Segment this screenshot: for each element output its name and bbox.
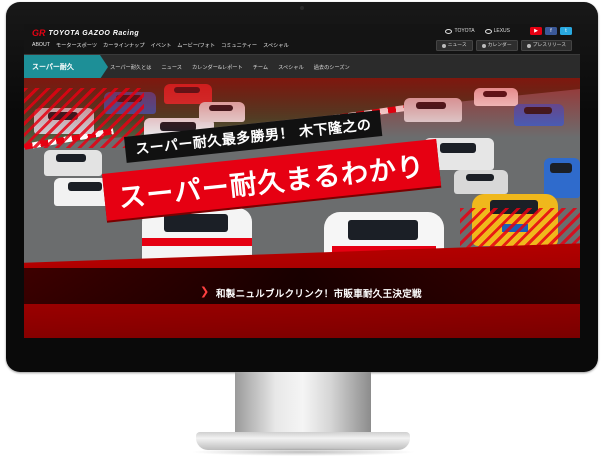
nav-item-movies[interactable]: ムービー/フォト bbox=[177, 42, 215, 49]
subnav-item-news[interactable]: ニュース bbox=[161, 64, 182, 71]
nav-item-motorsports[interactable]: モータースポーツ bbox=[56, 42, 97, 49]
chevron-down-icon: ❯ bbox=[200, 285, 210, 298]
social-links: ▶ f t bbox=[530, 27, 572, 35]
lexus-link[interactable]: LEXUS bbox=[484, 28, 510, 34]
subnav-item-past-seasons[interactable]: 過去のシーズン bbox=[314, 64, 350, 71]
global-nav: ABOUT モータースポーツ カーラインナップ イベント ムービー/フォト コミ… bbox=[32, 42, 289, 49]
subnav-item-calendar[interactable]: カレンダー&レポート bbox=[192, 64, 243, 71]
calendar-button[interactable]: カレンダー bbox=[475, 40, 518, 51]
news-icon bbox=[441, 43, 446, 48]
toyota-emblem-icon bbox=[445, 28, 453, 34]
calendar-label: カレンダー bbox=[487, 43, 512, 48]
camera-icon bbox=[300, 6, 304, 10]
nav-item-about[interactable]: ABOUT bbox=[32, 42, 50, 49]
news-button[interactable]: ニュース bbox=[435, 40, 473, 51]
nav-item-lineup[interactable]: カーラインナップ bbox=[103, 42, 145, 49]
toyota-link[interactable]: TOYOTA bbox=[445, 28, 475, 34]
toyota-label: TOYOTA bbox=[454, 28, 475, 34]
press-icon bbox=[526, 43, 531, 48]
section-title[interactable]: スーパー耐久 bbox=[24, 55, 108, 79]
hero-tagline: 和製ニュルブルクリンク！市販車耐久王決定戦 bbox=[216, 289, 422, 300]
section-nav-items: スーパー耐久とは ニュース カレンダー&レポート チーム スペシャル 過去のシー… bbox=[110, 55, 350, 79]
race-car bbox=[454, 170, 508, 194]
lexus-emblem-icon bbox=[484, 28, 492, 34]
site-header: GR TOYOTA GAZOO Racing ABOUT モータースポーツ カー… bbox=[24, 24, 580, 54]
subnav-item-about[interactable]: スーパー耐久とは bbox=[110, 64, 151, 71]
youtube-icon[interactable]: ▶ bbox=[530, 27, 542, 35]
facebook-icon[interactable]: f bbox=[545, 27, 557, 35]
logo-text: TOYOTA GAZOO Racing bbox=[48, 29, 140, 37]
subnav-item-team[interactable]: チーム bbox=[253, 64, 268, 71]
site-logo[interactable]: GR TOYOTA GAZOO Racing bbox=[32, 28, 139, 38]
nav-item-community[interactable]: コミュニティー bbox=[221, 42, 257, 49]
monitor-stand bbox=[235, 372, 371, 434]
calendar-icon bbox=[481, 43, 486, 48]
news-label: ニュース bbox=[447, 43, 467, 48]
screen: GR TOYOTA GAZOO Racing ABOUT モータースポーツ カー… bbox=[24, 24, 580, 338]
brand-links: TOYOTA LEXUS bbox=[445, 28, 510, 34]
race-car bbox=[544, 158, 580, 198]
press-release-button[interactable]: プレスリリース bbox=[520, 40, 572, 51]
utility-links: ニュース カレンダー プレスリリース bbox=[435, 40, 572, 51]
lexus-label: LEXUS bbox=[493, 28, 510, 34]
stand-shadow bbox=[190, 448, 416, 456]
race-car bbox=[44, 150, 102, 176]
car-livery-stripe bbox=[142, 238, 252, 246]
section-nav: スーパー耐久 スーパー耐久とは ニュース カレンダー&レポート チーム スペシャ… bbox=[24, 54, 580, 80]
subnav-item-special[interactable]: スペシャル bbox=[278, 64, 304, 71]
gr-logo-icon: GR bbox=[32, 28, 46, 38]
press-label: プレスリリース bbox=[532, 43, 566, 48]
nav-item-events[interactable]: イベント bbox=[151, 42, 172, 49]
nav-item-special[interactable]: スペシャル bbox=[263, 42, 289, 49]
hero-banner[interactable]: スーパー耐久最多勝男！ 木下隆之の スーパー耐久まるわかり ❯ 和製ニュルブルク… bbox=[24, 78, 580, 338]
twitter-icon[interactable]: t bbox=[560, 27, 572, 35]
